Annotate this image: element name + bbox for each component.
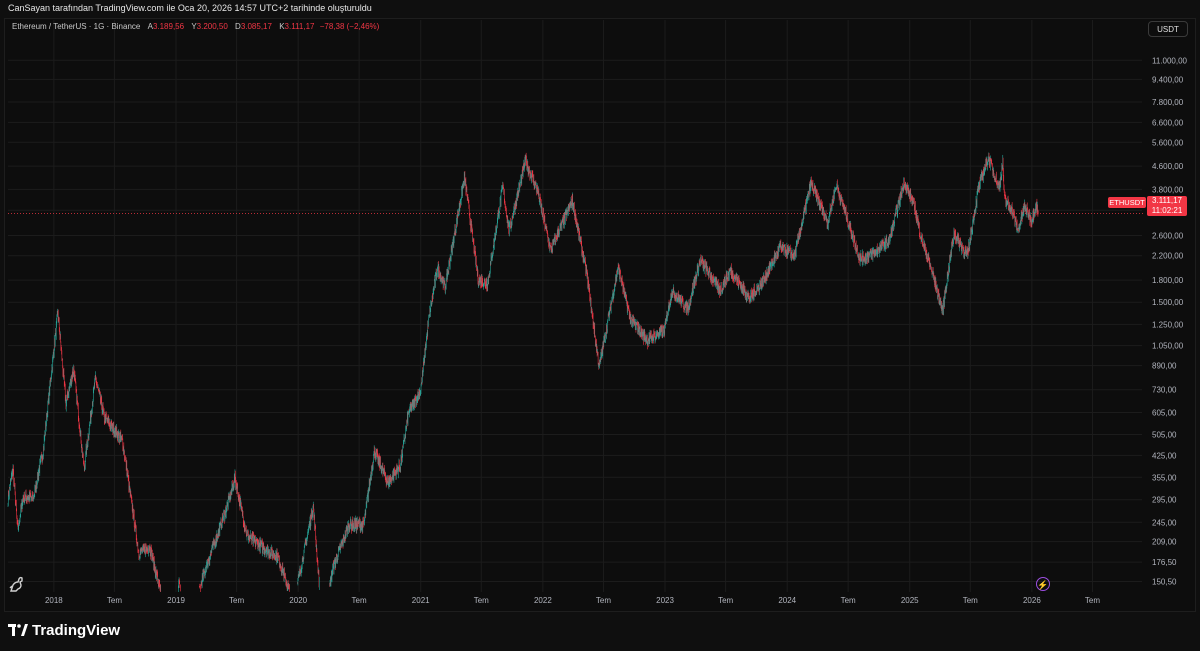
y-tick-label: 176,50 xyxy=(1152,558,1177,567)
y-tick-label: 1.500,00 xyxy=(1152,298,1184,307)
x-tick-label: 2019 xyxy=(167,596,185,605)
last-price-tag: 3.111,17 11:02:21 xyxy=(1147,196,1187,216)
y-tick-label: 11.000,00 xyxy=(1152,56,1188,65)
x-tick-label: Tem xyxy=(596,596,611,605)
x-tick-label: Tem xyxy=(963,596,978,605)
x-tick-label: 2024 xyxy=(778,596,796,605)
tradingview-logo-icon xyxy=(8,624,28,636)
y-tick-label: 6.600,00 xyxy=(1152,118,1184,127)
y-tick-label: 355,00 xyxy=(1152,473,1177,482)
y-tick-label: 209,00 xyxy=(1152,538,1177,547)
y-tick-label: 295,00 xyxy=(1152,496,1177,505)
x-tick-label: Tem xyxy=(352,596,367,605)
change-value: −78,38 (−2,46%) xyxy=(319,22,380,31)
y-tick-label: 7.800,00 xyxy=(1152,98,1184,107)
y-tick-label: 150,50 xyxy=(1152,577,1177,586)
open-value: 3.189,56 xyxy=(152,22,185,31)
x-tick-label: 2020 xyxy=(289,596,307,605)
x-tick-label: 2022 xyxy=(534,596,552,605)
close-value: 3.111,17 xyxy=(284,22,315,31)
price-chart[interactable]: 11.000,00 9.400,00 7.800,00 6.600,00 5.600,0… xyxy=(0,0,1200,612)
y-tick-label: 605,00 xyxy=(1152,409,1177,418)
x-tick-label: 2021 xyxy=(412,596,430,605)
x-tick-label: 2026 xyxy=(1023,596,1041,605)
currency-button[interactable]: USDT xyxy=(1148,21,1188,37)
countdown-value: 11:02:21 xyxy=(1151,206,1183,215)
lightning-icon[interactable]: ⚡ xyxy=(1036,577,1050,591)
y-tick-label: 730,00 xyxy=(1152,386,1177,395)
y-tick-label: 4.600,00 xyxy=(1152,162,1184,171)
ohlc-legend: Ethereum / TetherUS · 1G · Binance A3.18… xyxy=(12,22,379,31)
x-tick-label: Tem xyxy=(229,596,244,605)
tradingview-brand: TradingView xyxy=(32,622,121,639)
y-tick-label: 1.250,00 xyxy=(1152,320,1184,329)
y-tick-label: 1.800,00 xyxy=(1152,276,1184,285)
instrument-label[interactable]: Ethereum / TetherUS · 1G · Binance xyxy=(12,22,140,31)
y-tick-label: 245,00 xyxy=(1152,518,1177,527)
x-tick-label: 2018 xyxy=(45,596,63,605)
x-tick-label: Tem xyxy=(718,596,733,605)
x-tick-label: Tem xyxy=(107,596,122,605)
y-tick-label: 425,00 xyxy=(1152,451,1177,460)
y-tick-label: 505,00 xyxy=(1152,430,1177,439)
x-tick-label: 2025 xyxy=(901,596,919,605)
x-tick-label: Tem xyxy=(841,596,856,605)
symbol-tag: ETHUSDT xyxy=(1108,197,1146,208)
tradingview-logo[interactable]: TradingView xyxy=(8,622,120,639)
high-value: 3.200,50 xyxy=(196,22,228,31)
low-value: 3.085,17 xyxy=(240,22,272,31)
y-tick-label: 890,00 xyxy=(1152,362,1177,371)
last-price-value: 3.111,17 xyxy=(1152,196,1182,205)
y-tick-label: 9.400,00 xyxy=(1152,75,1184,84)
y-tick-label: 2.200,00 xyxy=(1152,252,1184,261)
footer-bar xyxy=(0,612,1200,651)
x-tick-label: 2023 xyxy=(656,596,674,605)
y-tick-label: 1.050,00 xyxy=(1152,342,1184,351)
y-tick-label: 5.600,00 xyxy=(1152,138,1184,147)
x-tick-label: Tem xyxy=(474,596,489,605)
y-tick-label: 3.800,00 xyxy=(1152,185,1184,194)
dinosaur-icon[interactable] xyxy=(8,576,26,592)
x-tick-label: Tem xyxy=(1085,596,1100,605)
y-tick-label: 2.600,00 xyxy=(1152,231,1184,240)
